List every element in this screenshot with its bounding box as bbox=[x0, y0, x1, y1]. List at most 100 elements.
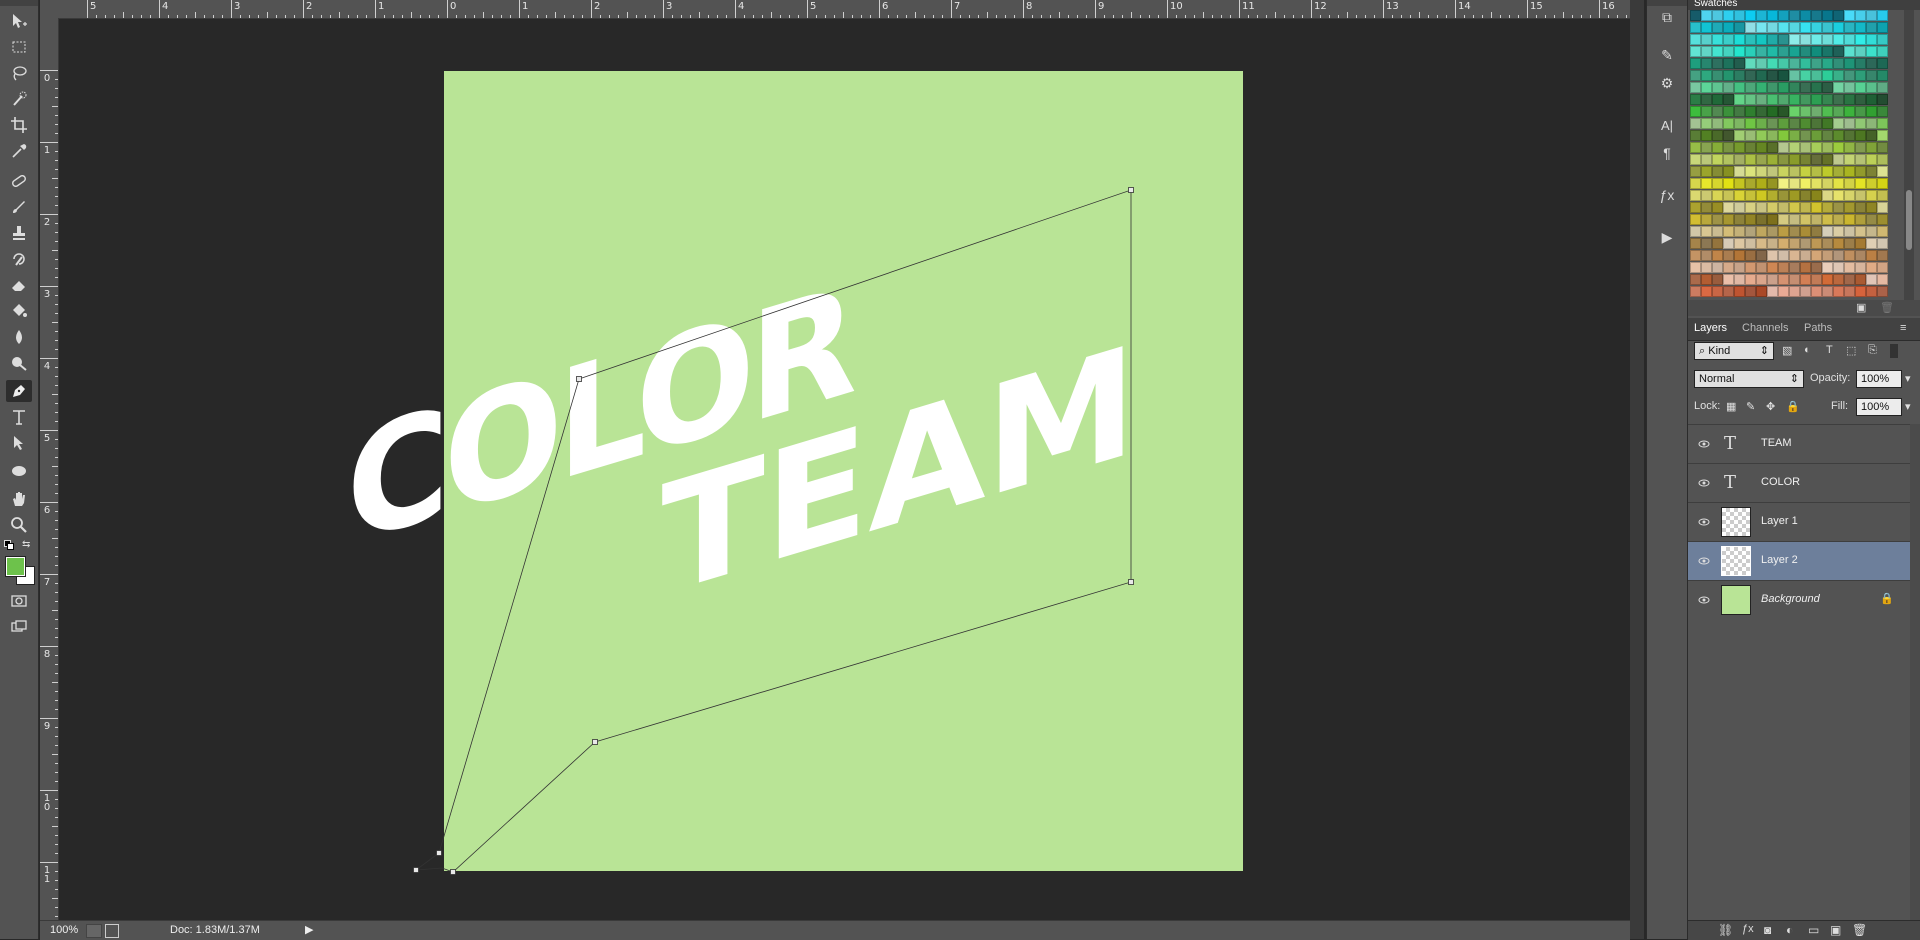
color-swatch[interactable] bbox=[1811, 226, 1822, 237]
color-swatch[interactable] bbox=[1844, 46, 1855, 57]
color-swatch[interactable] bbox=[1701, 58, 1712, 69]
color-swatch[interactable] bbox=[1866, 190, 1877, 201]
color-swatch[interactable] bbox=[1800, 58, 1811, 69]
lock-all-icon[interactable]: 🔒 bbox=[1786, 400, 1800, 413]
eraser-icon[interactable] bbox=[6, 274, 32, 296]
color-swatch[interactable] bbox=[1778, 70, 1789, 81]
color-swatch[interactable] bbox=[1855, 274, 1866, 285]
color-swatch[interactable] bbox=[1877, 154, 1888, 165]
color-swatch[interactable] bbox=[1833, 274, 1844, 285]
color-swatch[interactable] bbox=[1844, 274, 1855, 285]
color-swatch[interactable] bbox=[1712, 190, 1723, 201]
color-swatch[interactable] bbox=[1800, 142, 1811, 153]
color-swatch[interactable] bbox=[1877, 130, 1888, 141]
color-swatch[interactable] bbox=[1844, 238, 1855, 249]
color-swatch[interactable] bbox=[1690, 70, 1701, 81]
color-swatch[interactable] bbox=[1877, 250, 1888, 261]
type-tool-icon[interactable] bbox=[6, 406, 32, 428]
color-swatch[interactable] bbox=[1745, 274, 1756, 285]
quick-select-icon[interactable] bbox=[6, 88, 32, 110]
color-swatch[interactable] bbox=[1800, 22, 1811, 33]
color-swatch[interactable] bbox=[1778, 286, 1789, 297]
color-swatch[interactable] bbox=[1712, 178, 1723, 189]
color-swatch[interactable] bbox=[1833, 226, 1844, 237]
color-swatch[interactable] bbox=[1833, 202, 1844, 213]
anchor-point[interactable] bbox=[576, 376, 582, 382]
color-swatch[interactable] bbox=[1844, 190, 1855, 201]
color-swatch[interactable] bbox=[1877, 178, 1888, 189]
color-swatch[interactable] bbox=[1778, 178, 1789, 189]
history-panel-icon[interactable]: ⧉ bbox=[1658, 8, 1676, 26]
color-swatch[interactable] bbox=[1877, 46, 1888, 57]
color-swatch[interactable] bbox=[1866, 22, 1877, 33]
layer-row-layer-2[interactable]: Layer 2 bbox=[1688, 541, 1910, 580]
color-swatch[interactable] bbox=[1778, 238, 1789, 249]
color-swatch[interactable] bbox=[1833, 250, 1844, 261]
delete-layer-icon[interactable]: 🗑 bbox=[1852, 923, 1867, 937]
paint-bucket-icon[interactable] bbox=[6, 300, 32, 322]
dodge-icon[interactable] bbox=[6, 352, 32, 374]
lock-transparent-icon[interactable]: ▦ bbox=[1726, 400, 1736, 413]
color-swatch[interactable] bbox=[1734, 226, 1745, 237]
color-swatch[interactable] bbox=[1811, 262, 1822, 273]
color-swatch[interactable] bbox=[1745, 166, 1756, 177]
color-swatch[interactable] bbox=[1690, 226, 1701, 237]
color-swatch[interactable] bbox=[1811, 82, 1822, 93]
color-swatch[interactable] bbox=[1745, 286, 1756, 297]
color-swatch[interactable] bbox=[1690, 154, 1701, 165]
color-swatch[interactable] bbox=[1844, 214, 1855, 225]
color-swatch[interactable] bbox=[1690, 250, 1701, 261]
color-swatch[interactable] bbox=[1712, 118, 1723, 129]
color-swatch[interactable] bbox=[1734, 274, 1745, 285]
color-swatch[interactable] bbox=[1877, 190, 1888, 201]
color-swatch[interactable] bbox=[1712, 22, 1723, 33]
zoom-tool-icon[interactable] bbox=[6, 514, 32, 536]
color-swatch[interactable] bbox=[1745, 46, 1756, 57]
color-swatch[interactable] bbox=[1712, 142, 1723, 153]
color-swatch[interactable] bbox=[1767, 22, 1778, 33]
color-swatch[interactable] bbox=[1756, 10, 1767, 21]
color-swatch[interactable] bbox=[1866, 214, 1877, 225]
color-swatch[interactable] bbox=[1701, 286, 1712, 297]
move-tool-icon[interactable] bbox=[6, 10, 32, 32]
color-swatch[interactable] bbox=[1822, 274, 1833, 285]
color-swatch[interactable] bbox=[1844, 166, 1855, 177]
color-swatch[interactable] bbox=[1866, 226, 1877, 237]
anchor-point[interactable] bbox=[436, 850, 442, 856]
tools-panel-grip[interactable] bbox=[0, 0, 38, 6]
color-swatch[interactable] bbox=[1789, 154, 1800, 165]
tab-paths[interactable]: Paths bbox=[1804, 322, 1832, 334]
color-swatch[interactable] bbox=[1855, 154, 1866, 165]
color-swatch[interactable] bbox=[1723, 226, 1734, 237]
color-swatch[interactable] bbox=[1712, 214, 1723, 225]
status-menu-arrow-icon[interactable]: ▶ bbox=[305, 923, 313, 936]
color-swatch[interactable] bbox=[1855, 22, 1866, 33]
color-swatch[interactable] bbox=[1745, 214, 1756, 225]
color-swatch[interactable] bbox=[1723, 142, 1734, 153]
color-swatch[interactable] bbox=[1734, 130, 1745, 141]
color-swatch[interactable] bbox=[1734, 214, 1745, 225]
color-swatch[interactable] bbox=[1822, 82, 1833, 93]
color-swatch[interactable] bbox=[1800, 238, 1811, 249]
foreground-color-swatch[interactable] bbox=[5, 556, 26, 577]
new-layer-icon[interactable]: ▣ bbox=[1830, 923, 1841, 937]
color-swatch[interactable] bbox=[1789, 178, 1800, 189]
tab-layers[interactable]: Layers bbox=[1694, 322, 1727, 334]
color-swatch[interactable] bbox=[1690, 262, 1701, 273]
color-swatch[interactable] bbox=[1778, 94, 1789, 105]
color-swatch[interactable] bbox=[1723, 238, 1734, 249]
pen-tool-icon[interactable] bbox=[6, 380, 32, 402]
color-swatch[interactable] bbox=[1767, 202, 1778, 213]
color-swatch[interactable] bbox=[1723, 154, 1734, 165]
color-swatch[interactable] bbox=[1767, 238, 1778, 249]
lock-image-icon[interactable]: ✎ bbox=[1746, 400, 1755, 413]
color-swatch[interactable] bbox=[1822, 130, 1833, 141]
color-swatch[interactable] bbox=[1822, 70, 1833, 81]
adjustments-panel-icon[interactable]: ⚙ bbox=[1658, 74, 1676, 92]
color-swatch[interactable] bbox=[1734, 94, 1745, 105]
color-swatch[interactable] bbox=[1745, 202, 1756, 213]
color-swatch[interactable] bbox=[1745, 142, 1756, 153]
swatch-scrollbar[interactable] bbox=[1904, 10, 1914, 300]
default-colors-icon[interactable] bbox=[4, 540, 14, 550]
color-swatch[interactable] bbox=[1767, 34, 1778, 45]
